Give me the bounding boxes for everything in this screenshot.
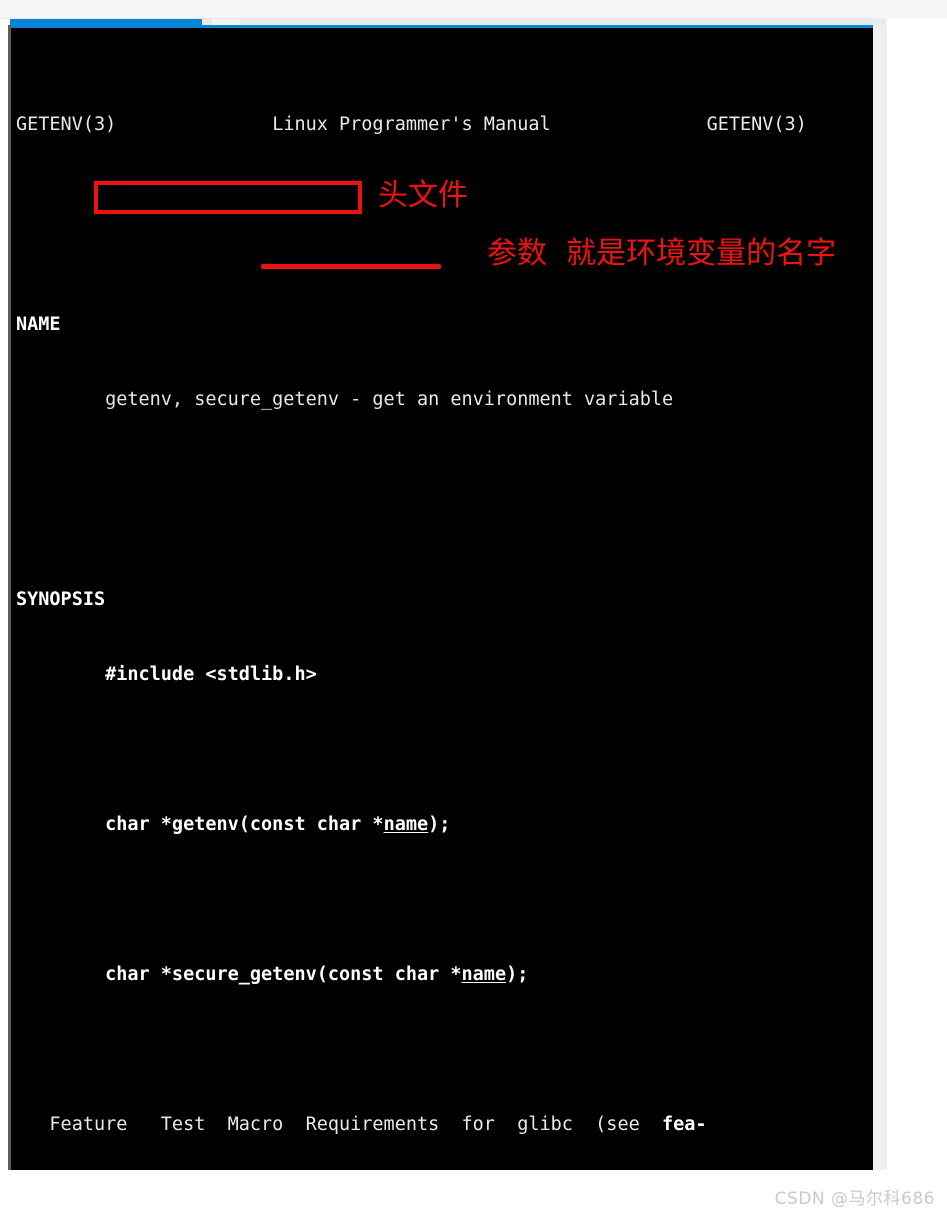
terminal-top-accent-line: [11, 25, 873, 28]
man-line: getenv, secure_getenv - get an environme…: [16, 389, 674, 410]
section-heading-synopsis: SYNOPSIS: [16, 589, 106, 610]
man-header-pad-2: [551, 114, 707, 135]
man-line-secure-getenv-proto: char *secure_getenv(const char *name);: [105, 964, 529, 985]
annotation-label-parameter: 参数 就是环境变量的名字: [487, 236, 837, 271]
section-heading-name: NAME: [16, 314, 61, 335]
terminal-left-gutter: [8, 25, 11, 1170]
window-far-right-chrome: [887, 18, 947, 1170]
man-header-center: Linux Programmer's Manual: [272, 114, 551, 135]
man-line-include: #include <stdlib.h>: [105, 664, 317, 685]
window-right-chrome: [873, 18, 887, 1170]
watermark: CSDN @马尔科686: [774, 1189, 935, 1209]
man-header-row: GETENV(3) Linux Programmer's Manual GETE…: [16, 112, 866, 137]
man-header-left: GETENV(3): [16, 114, 117, 135]
man-line-feature-macros-1: Feature Test Macro Requirements for glib…: [16, 1114, 707, 1135]
man-line-getenv-proto: char *getenv(const char *name);: [105, 814, 451, 835]
annotation-underline-parameter: [261, 264, 441, 269]
window-top-chrome: [0, 0, 947, 19]
annotation-label-header-file: 头文件: [378, 178, 468, 213]
man-header-pad-1: [116, 114, 272, 135]
man-header-right: GETENV(3): [706, 114, 807, 135]
